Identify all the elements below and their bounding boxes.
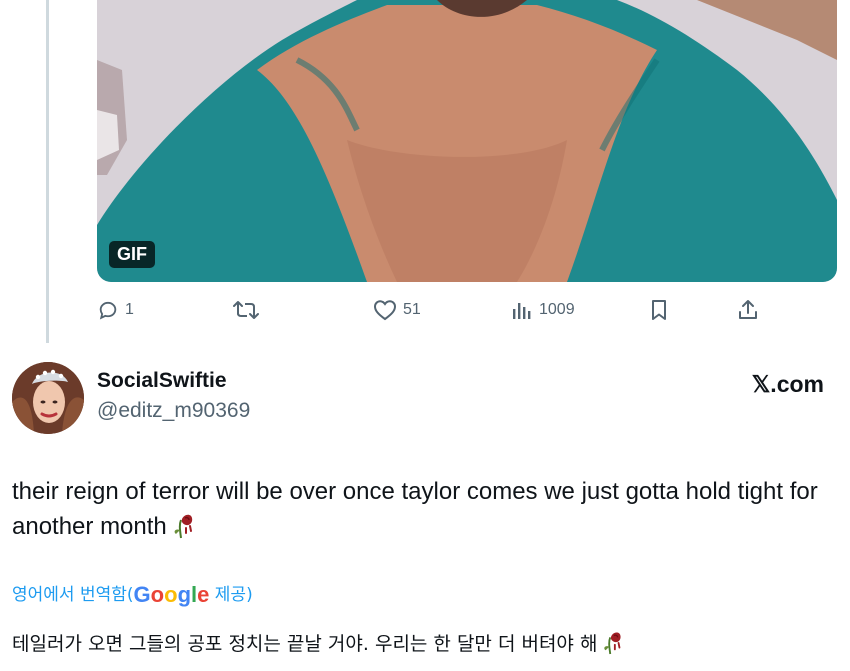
gif-media[interactable]: GIF xyxy=(97,0,837,282)
reply-icon xyxy=(99,301,117,320)
google-letter: o xyxy=(150,582,165,607)
wilted-rose-icon xyxy=(601,628,625,661)
google-logo: Google xyxy=(134,582,210,607)
author-avatar[interactable] xyxy=(12,362,84,434)
google-letter: g xyxy=(177,582,192,607)
author-handle[interactable]: @editz_m90369 xyxy=(97,399,250,423)
tweet-action-bar: 1 51 1009 xyxy=(97,296,777,324)
reply-button[interactable]: 1 xyxy=(97,296,134,324)
google-letter: G xyxy=(133,582,151,607)
google-letter: e xyxy=(197,582,210,607)
views-chart-icon xyxy=(513,303,531,319)
bookmark-icon xyxy=(652,300,666,320)
translation-prefix: 영어에서 번역함( xyxy=(12,585,134,605)
like-count: 51 xyxy=(403,301,421,318)
author-display-name[interactable]: SocialSwiftie xyxy=(97,369,227,393)
wilted-rose-icon xyxy=(171,510,197,550)
retweet-button[interactable] xyxy=(233,296,259,324)
tweet-text: their reign of terror will be over once … xyxy=(12,478,818,540)
x-com-logo[interactable]: 𝕏.com xyxy=(752,371,824,398)
reply-count: 1 xyxy=(125,301,134,318)
heart-icon xyxy=(373,300,397,321)
translated-text: 테일러가 오면 그들의 공포 정치는 끝날 거야. 우리는 한 달만 더 버텨야… xyxy=(12,633,598,655)
like-button[interactable]: 51 xyxy=(373,296,421,324)
retweet-icon xyxy=(233,301,259,319)
google-letter: o xyxy=(164,582,178,607)
gif-frame-illustration xyxy=(97,0,837,282)
views-button[interactable]: 1009 xyxy=(511,296,575,324)
translation-attribution[interactable]: 영어에서 번역함(Google 제공) xyxy=(12,580,253,608)
views-count: 1009 xyxy=(539,301,575,318)
tweet-body: their reign of terror will be over once … xyxy=(12,474,832,550)
avatar-portrait-image xyxy=(12,362,84,434)
share-icon xyxy=(739,300,757,319)
bookmark-button[interactable] xyxy=(649,296,669,324)
gif-badge: GIF xyxy=(109,241,155,268)
translated-tweet: 테일러가 오면 그들의 공포 정치는 끝날 거야. 우리는 한 달만 더 버텨야… xyxy=(12,628,625,661)
share-button[interactable] xyxy=(737,296,759,324)
thread-connector-line xyxy=(46,0,49,343)
translation-suffix: 제공) xyxy=(209,585,253,605)
